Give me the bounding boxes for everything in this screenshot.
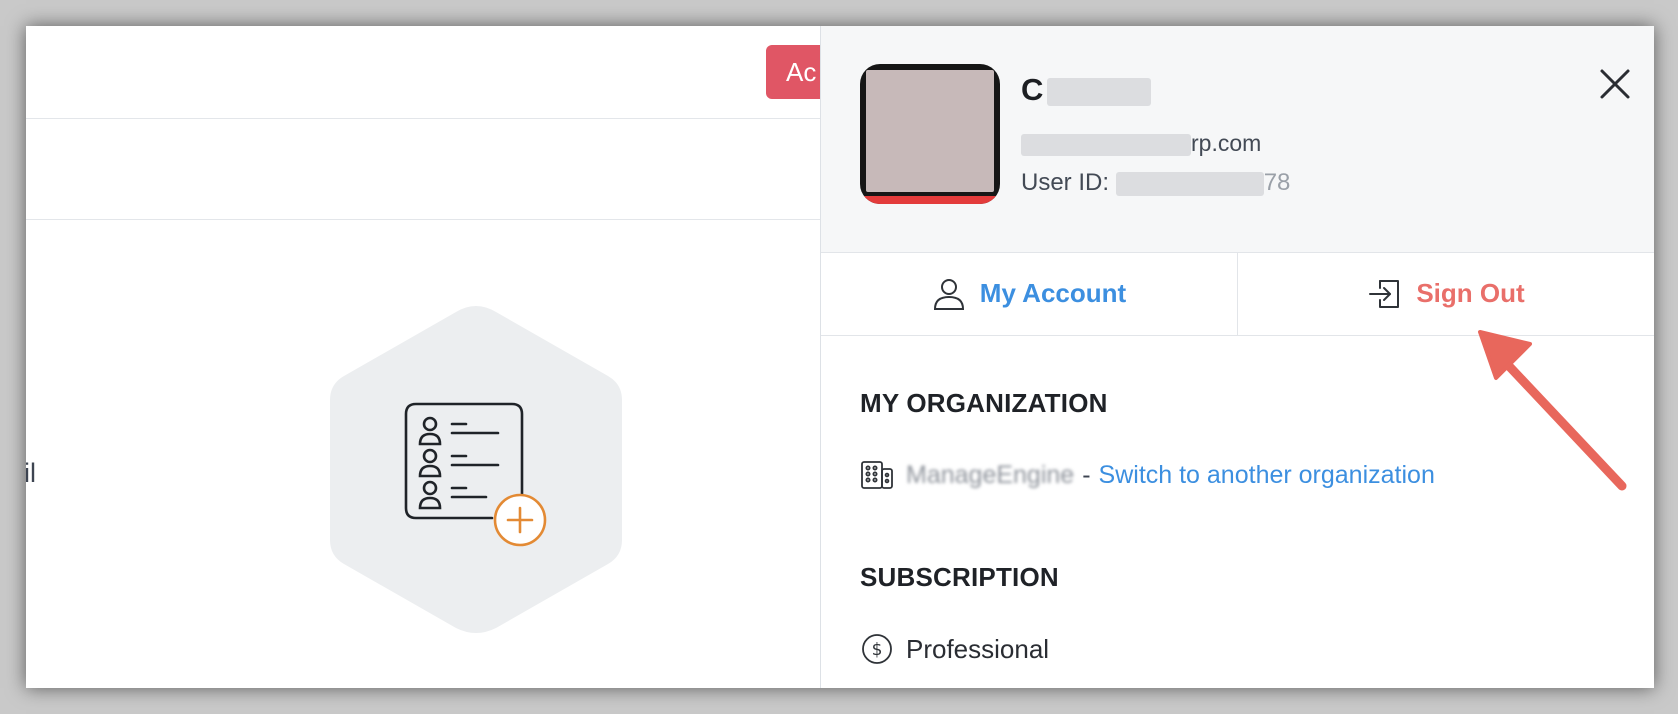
- subscription-plan: $ Professional: [860, 632, 1049, 666]
- background-label: il: [26, 458, 36, 488]
- background-toolbar: [26, 119, 820, 220]
- app-screen: Ac il C rp.com User ID: 78 My Account Si…: [26, 26, 1654, 688]
- user-email: rp.com: [1021, 130, 1261, 157]
- building-icon: [861, 461, 893, 489]
- add-circle-icon: [493, 493, 547, 547]
- organization-row: ManageEngine - Switch to another organiz…: [860, 460, 1435, 490]
- profile-drawer: C rp.com User ID: 78 My Account Sign Out…: [820, 26, 1654, 688]
- background-app: Ac il: [26, 26, 846, 688]
- separator: -: [1082, 460, 1091, 489]
- svg-text:$: $: [872, 640, 883, 660]
- my-account-button[interactable]: My Account: [821, 252, 1238, 335]
- dollar-icon: $: [862, 634, 892, 664]
- user-icon: [933, 278, 964, 310]
- organization-name: ManageEngine: [906, 460, 1075, 489]
- organization-section-title: MY ORGANIZATION: [860, 388, 1108, 418]
- sign-out-button[interactable]: Sign Out: [1238, 252, 1654, 335]
- account-actions: My Account Sign Out: [821, 252, 1654, 336]
- close-icon[interactable]: [1597, 66, 1633, 102]
- user-name: C: [1021, 72, 1152, 108]
- profile-header: C rp.com User ID: 78: [821, 26, 1654, 253]
- switch-organization-link[interactable]: Switch to another organization: [1099, 461, 1435, 490]
- avatar[interactable]: [860, 64, 1000, 204]
- empty-state-illustration: [330, 306, 622, 633]
- background-topbar: [26, 26, 820, 119]
- subscription-section-title: SUBSCRIPTION: [860, 562, 1059, 592]
- sign-out-icon: [1369, 279, 1400, 308]
- user-id: User ID: 78: [1021, 169, 1291, 196]
